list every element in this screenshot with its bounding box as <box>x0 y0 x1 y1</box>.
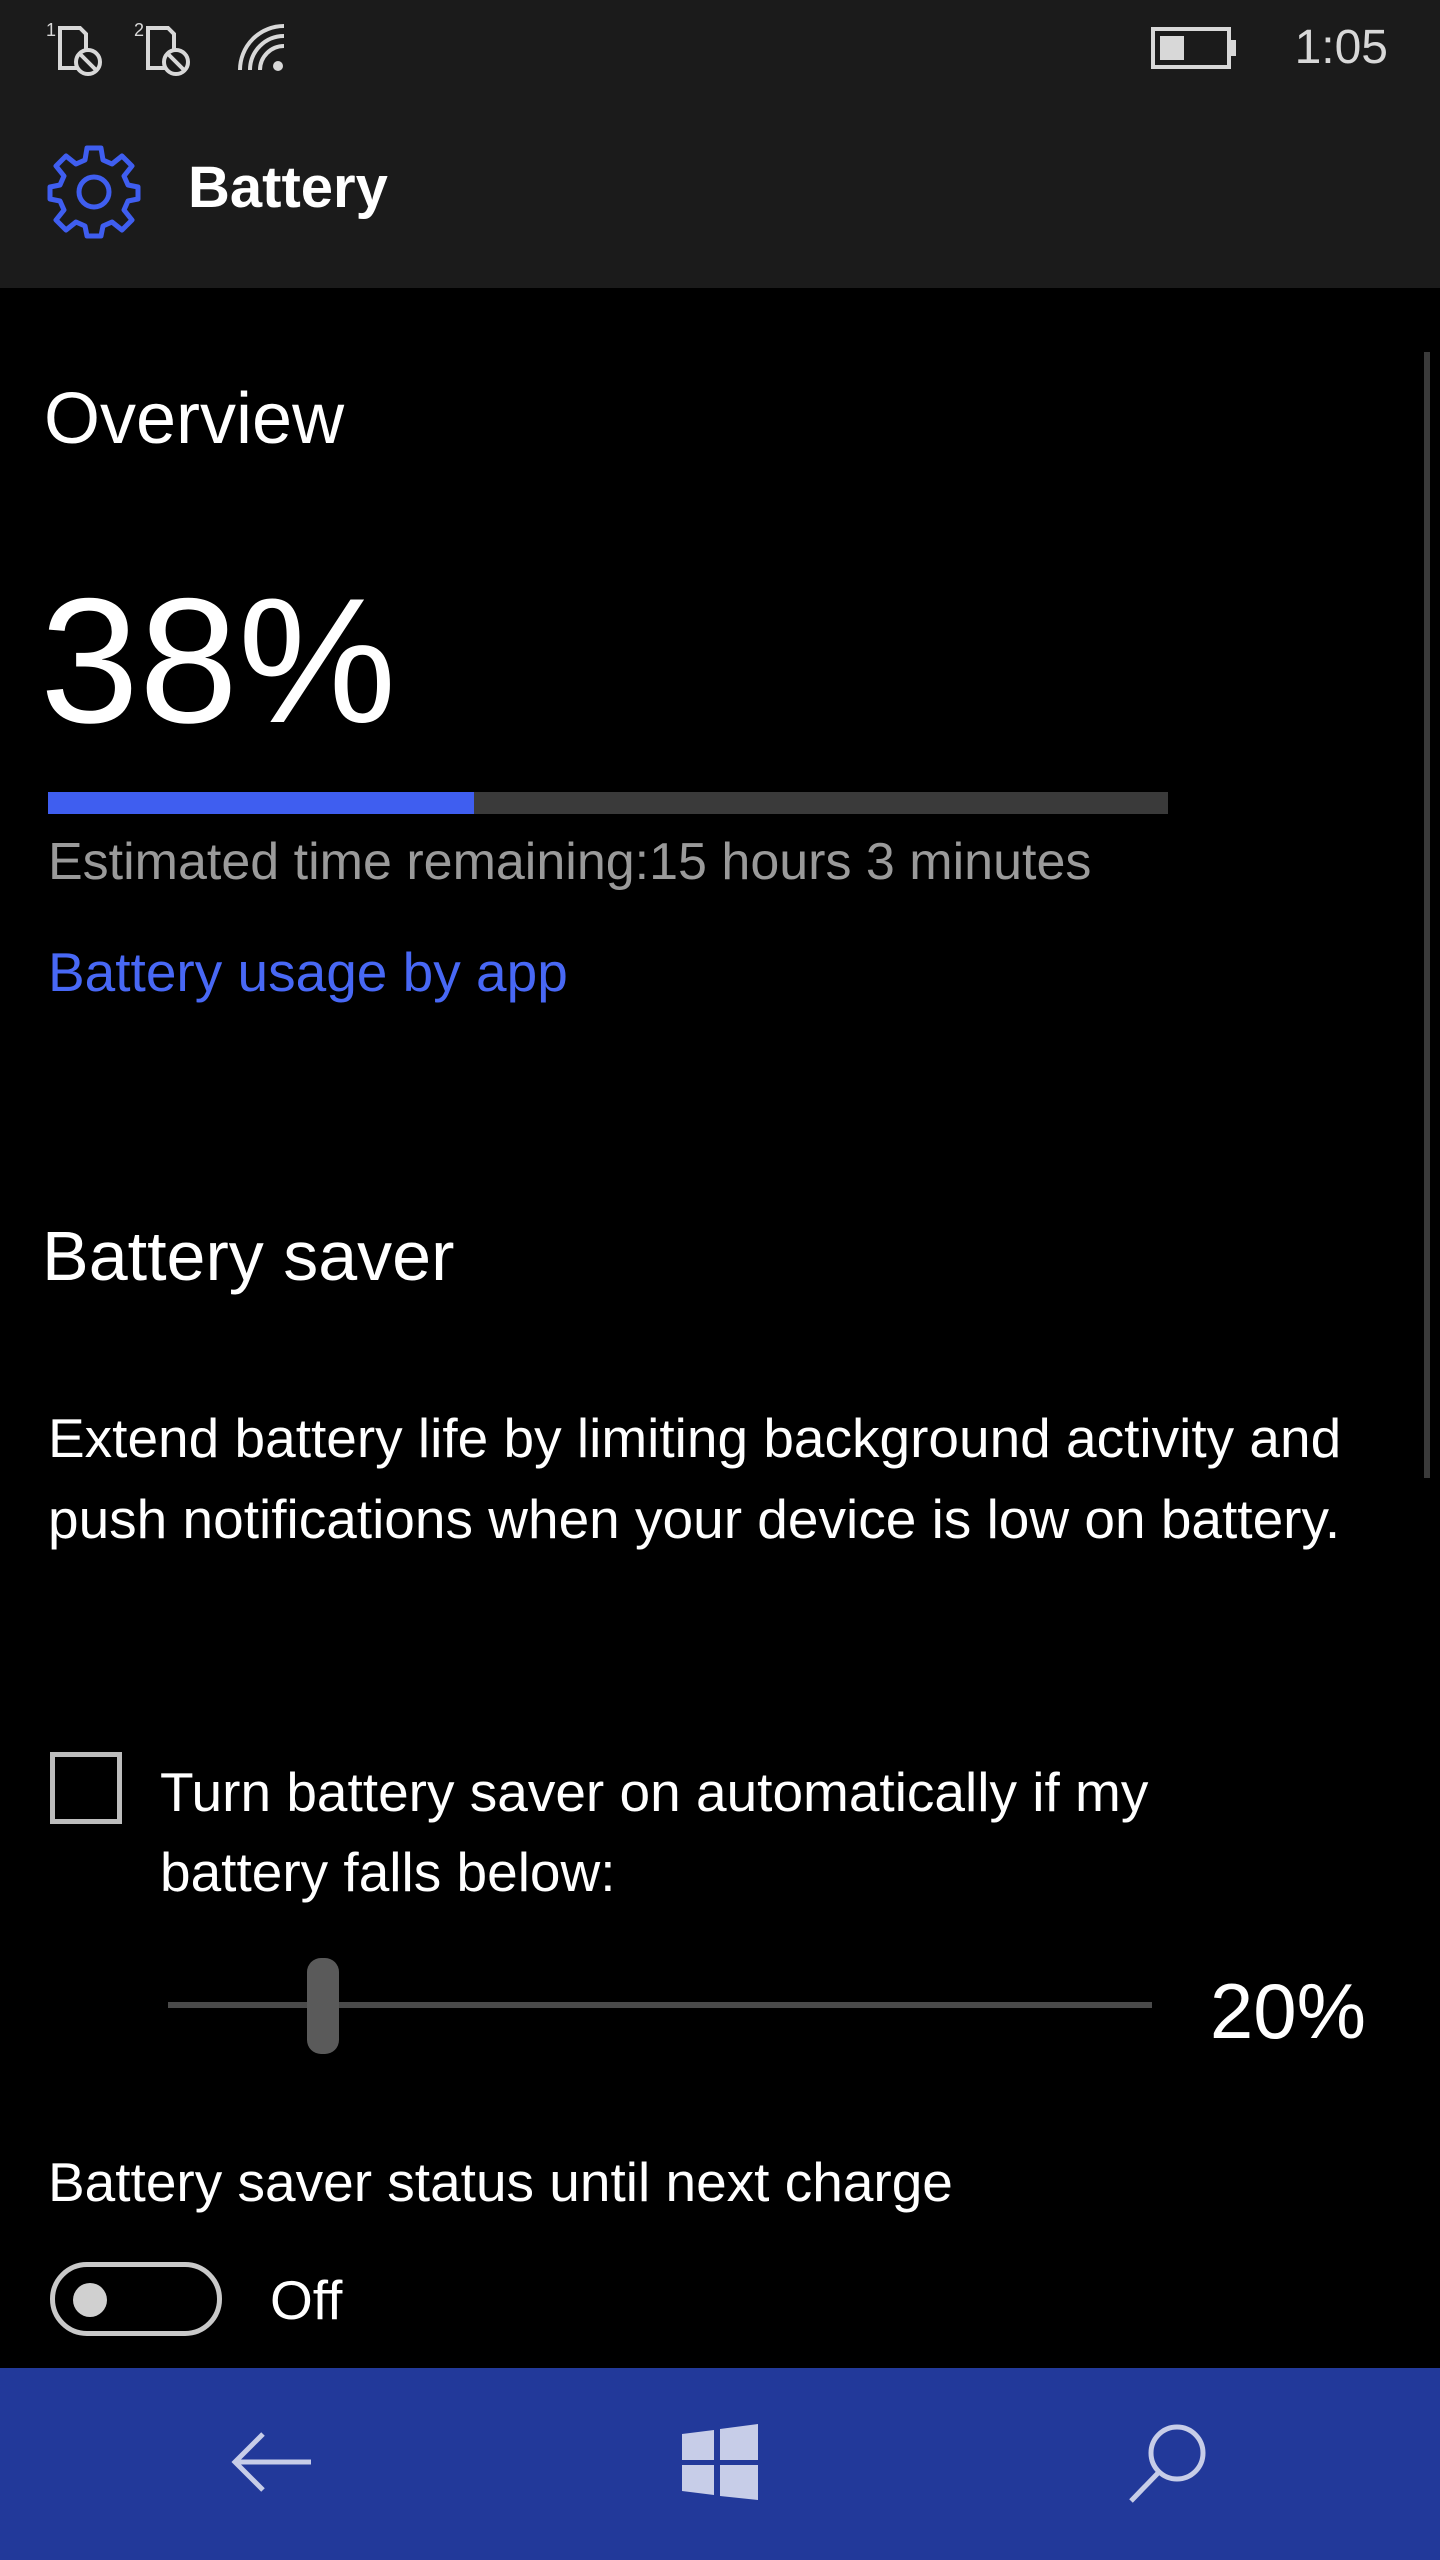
battery-icon <box>1150 26 1240 74</box>
back-button[interactable] <box>172 2368 372 2560</box>
status-time: 1:05 <box>1294 21 1388 74</box>
search-button[interactable] <box>1068 2368 1268 2560</box>
battery-saver-heading: Battery saver <box>42 1217 455 1295</box>
overview-heading: Overview <box>44 379 345 459</box>
windows-logo-icon <box>680 2422 760 2506</box>
battery-saver-status-label: Battery saver status until next charge <box>48 2151 953 2213</box>
battery-saver-description: Extend battery life by limiting backgrou… <box>48 1407 1342 1550</box>
threshold-value: 20% <box>1209 1967 1366 2055</box>
sim1-no-signal-icon: 1 <box>44 18 114 82</box>
battery-percent: 38% <box>40 561 397 760</box>
back-arrow-icon <box>227 2422 317 2506</box>
sim2-label: 2 <box>134 20 144 40</box>
auto-battery-saver-label[interactable]: Turn battery saver on automatically if m… <box>160 1752 1320 1912</box>
scrollbar[interactable] <box>1424 352 1430 1478</box>
status-bar: 1 2 1:05 <box>0 0 1440 96</box>
estimated-time-remaining: Estimated time remaining:15 hours 3 minu… <box>48 833 1092 891</box>
threshold-slider-thumb[interactable] <box>307 1958 340 2054</box>
toggle-knob <box>73 2283 107 2317</box>
battery-progress-bar <box>48 792 1168 814</box>
battery-usage-link[interactable]: Battery usage by app <box>48 940 568 1004</box>
battery-saver-toggle[interactable] <box>50 2262 222 2336</box>
search-icon <box>1123 2417 1213 2511</box>
sim1-label: 1 <box>46 20 56 40</box>
sim2-no-signal-icon: 2 <box>132 18 202 82</box>
battery-progress-fill <box>48 792 474 814</box>
gear-icon <box>44 142 144 246</box>
start-button[interactable] <box>620 2368 820 2560</box>
toggle-state-text: Off <box>270 2269 343 2331</box>
title-bar: Battery <box>0 96 1440 288</box>
page-title: Battery <box>188 155 388 220</box>
auto-battery-saver-checkbox[interactable] <box>50 1752 122 1824</box>
wifi-icon <box>232 18 292 82</box>
navigation-bar <box>0 2368 1440 2560</box>
